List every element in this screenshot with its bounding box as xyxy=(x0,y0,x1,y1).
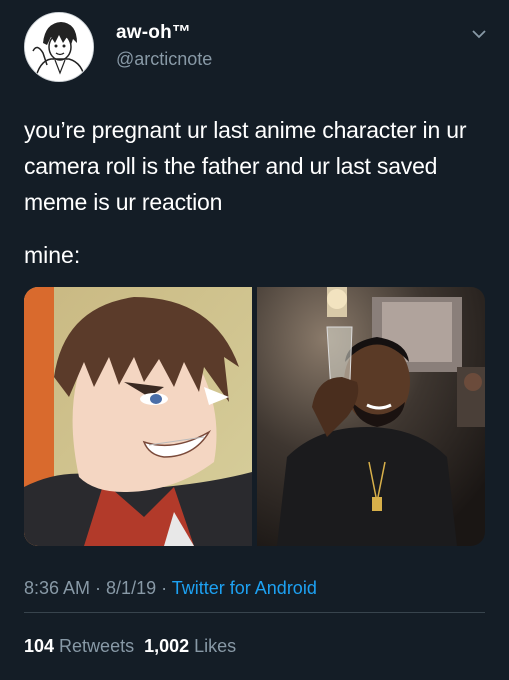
avatar[interactable] xyxy=(24,12,94,82)
tweet-time[interactable]: 8:36 AM xyxy=(24,578,90,598)
separator-dot: · xyxy=(90,578,107,598)
avatar-anime-sketch-icon xyxy=(25,13,93,81)
separator-dot: · xyxy=(156,578,172,598)
divider xyxy=(24,612,485,613)
anime-character-image[interactable] xyxy=(24,287,252,546)
tweet-header: aw-oh™ @arcticnote xyxy=(24,12,494,84)
retweets-stat[interactable]: 104 Retweets xyxy=(24,636,134,656)
tweet-stats: 104 Retweets 1,002 Likes xyxy=(24,636,236,657)
chevron-down-icon[interactable] xyxy=(469,24,489,44)
tweet-source-link[interactable]: Twitter for Android xyxy=(172,578,317,598)
likes-stat[interactable]: 1,002 Likes xyxy=(144,636,236,656)
retweets-count: 104 xyxy=(24,636,55,656)
retweets-label: Retweets xyxy=(54,636,135,656)
likes-count: 1,002 xyxy=(144,636,190,656)
likes-label: Likes xyxy=(189,636,237,656)
tweet-text-mine: mine: xyxy=(24,242,81,268)
media-grid[interactable] xyxy=(24,287,485,546)
tweet-date[interactable]: 8/1/19 xyxy=(106,578,156,598)
user-handle[interactable]: @arcticnote xyxy=(116,49,212,70)
reaction-meme-photo[interactable] xyxy=(257,287,485,546)
tweet-text: you’re pregnant ur last anime character … xyxy=(24,117,467,215)
tweet-metadata: 8:36 AM · 8/1/19 · Twitter for Android xyxy=(24,578,317,599)
display-name[interactable]: aw-oh™ xyxy=(116,22,191,44)
